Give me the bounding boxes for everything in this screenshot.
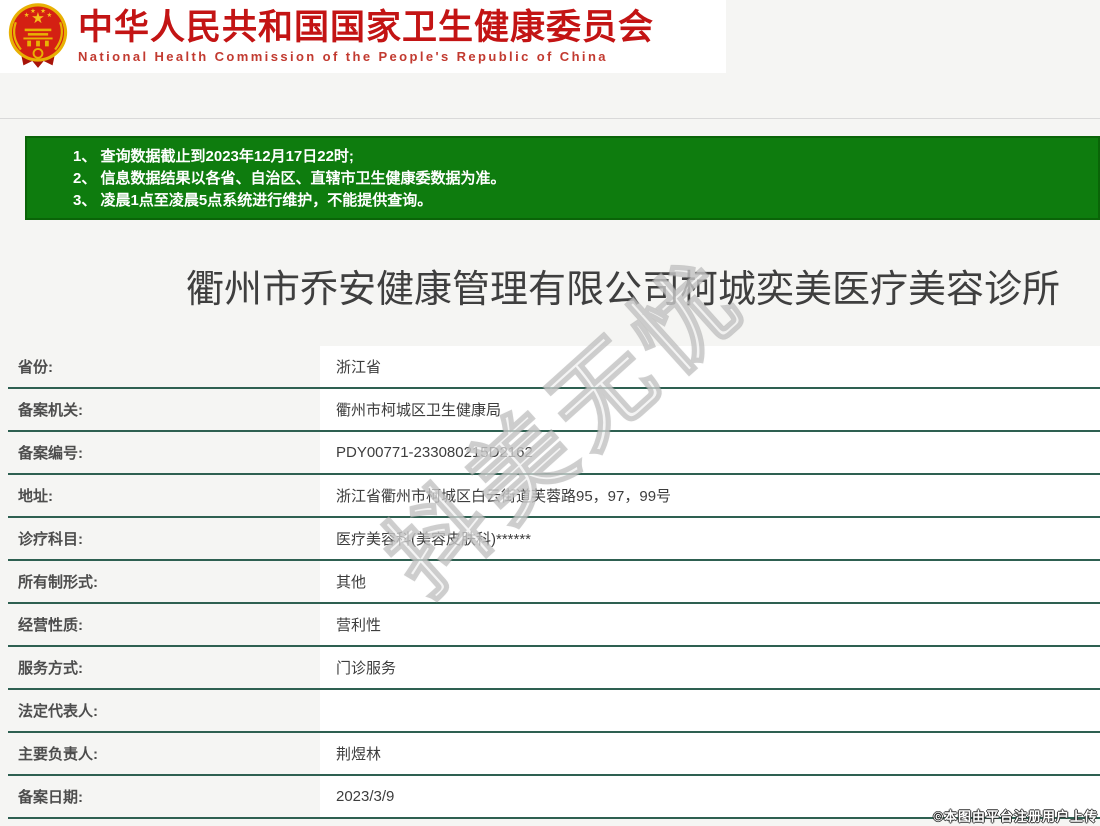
svg-text:★: ★ — [30, 8, 36, 15]
header-title-en: National Health Commission of the People… — [78, 49, 608, 64]
field-value: 衢州市柯城区卫生健康局 — [320, 389, 1100, 430]
field-label: 诊疗科目: — [18, 531, 83, 548]
header-title-cn: 中华人民共和国国家卫生健康委员会 — [78, 8, 655, 47]
record-table: 省份: 浙江省 备案机关: 衢州市柯城区卫生健康局 备案编号: PDY00771… — [8, 346, 1100, 819]
field-value: 其他 — [320, 561, 1100, 602]
table-row-legal-representative: 法定代表人: — [8, 690, 1100, 733]
table-row-province: 省份: 浙江省 — [8, 346, 1100, 389]
upload-credit-watermark: ©本图由平台注册用户上传 — [933, 809, 1098, 824]
table-row-business-nature: 经营性质: 营利性 — [8, 604, 1100, 647]
site-header: ★ ★ ★ ★ ★ 中华人民共和国国家卫生健康委员会 National Heal… — [0, 0, 726, 73]
svg-text:★: ★ — [47, 12, 53, 19]
field-label: 法定代表人: — [18, 703, 98, 720]
field-label: 经营性质: — [18, 617, 83, 634]
field-value: 门诊服务 — [320, 647, 1100, 688]
table-row-principal: 主要负责人: 荆煜林 — [8, 733, 1100, 776]
notice-line-1: 1、 查询数据截止到2023年12月17日22时; — [73, 148, 354, 165]
query-result-page: ★ ★ ★ ★ ★ 中华人民共和国国家卫生健康委员会 National Heal… — [0, 0, 1100, 826]
field-label: 主要负责人: — [18, 746, 98, 763]
header-divider — [0, 118, 1100, 119]
svg-text:★: ★ — [24, 12, 30, 19]
field-value: 医疗美容科(美容皮肤科)****** — [320, 518, 1100, 559]
notice-line-2: 2、 信息数据结果以各省、自治区、直辖市卫生健康委数据为准。 — [73, 170, 506, 187]
table-row-departments: 诊疗科目: 医疗美容科(美容皮肤科)****** — [8, 518, 1100, 561]
svg-text:★: ★ — [40, 8, 46, 15]
field-value — [320, 690, 1100, 731]
field-label: 省份: — [18, 359, 53, 376]
table-row-filing-authority: 备案机关: 衢州市柯城区卫生健康局 — [8, 389, 1100, 432]
field-value: 浙江省 — [320, 346, 1100, 387]
field-label: 备案日期: — [18, 789, 83, 806]
field-label: 地址: — [18, 488, 53, 505]
field-value: PDY00771-233080215D2162 — [320, 432, 1100, 473]
field-value: 浙江省衢州市柯城区白云街道芙蓉路95，97，99号 — [320, 475, 1100, 516]
table-row-filing-number: 备案编号: PDY00771-233080215D2162 — [8, 432, 1100, 475]
notice-banner: 1、 查询数据截止到2023年12月17日22时; 2、 信息数据结果以各省、自… — [25, 136, 1100, 220]
field-label: 所有制形式: — [18, 574, 98, 591]
notice-line-3: 3、 凌晨1点至凌晨5点系统进行维护，不能提供查询。 — [73, 192, 433, 209]
table-row-address: 地址: 浙江省衢州市柯城区白云街道芙蓉路95，97，99号 — [8, 475, 1100, 518]
field-value: 荆煜林 — [320, 733, 1100, 774]
field-label: 备案编号: — [18, 445, 83, 462]
field-label: 服务方式: — [18, 660, 83, 677]
field-value: 营利性 — [320, 604, 1100, 645]
institution-name-title: 衢州市乔安健康管理有限公司柯城奕美医疗美容诊所 — [186, 269, 1061, 311]
field-label: 备案机关: — [18, 402, 83, 419]
header-titles: 中华人民共和国国家卫生健康委员会 National Health Commiss… — [78, 8, 655, 65]
table-row-ownership: 所有制形式: 其他 — [8, 561, 1100, 604]
national-emblem-icon: ★ ★ ★ ★ ★ — [8, 3, 68, 68]
table-row-service-mode: 服务方式: 门诊服务 — [8, 647, 1100, 690]
